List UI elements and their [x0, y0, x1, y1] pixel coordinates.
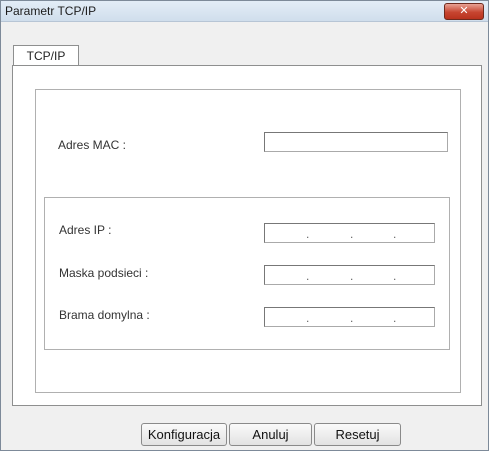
ip-separator: .	[350, 311, 354, 325]
default-gateway-label: Brama domylna :	[59, 308, 150, 322]
window-title: Parametr TCP/IP	[5, 4, 97, 18]
mac-address-field[interactable]	[264, 132, 448, 152]
reset-button[interactable]: Resetuj	[314, 423, 401, 446]
ip-separator: .	[393, 227, 397, 241]
cancel-button[interactable]: Anuluj	[229, 423, 312, 446]
ip-separator: .	[350, 269, 354, 283]
default-gateway-field[interactable]: . . .	[264, 307, 435, 327]
close-button[interactable]: ✕	[444, 3, 484, 20]
mac-address-label: Adres MAC :	[58, 138, 127, 152]
ip-separator: .	[350, 227, 354, 241]
dialog-window: Parametr TCP/IP ✕ TCP/IP Adres MAC : Adr…	[0, 0, 489, 451]
tab-tcp-ip[interactable]: TCP/IP	[13, 45, 79, 66]
close-icon: ✕	[459, 5, 469, 17]
ip-separator: .	[393, 269, 397, 283]
ip-settings-group: Adres IP : . . . Maska podsieci : . . . …	[44, 197, 450, 350]
ip-separator: .	[306, 227, 310, 241]
subnet-mask-field[interactable]: . . .	[264, 265, 435, 285]
ip-address-field[interactable]: . . .	[264, 223, 435, 243]
configure-button[interactable]: Konfiguracja	[141, 423, 227, 446]
subnet-mask-label: Maska podsieci :	[59, 266, 149, 280]
ip-separator: .	[306, 311, 310, 325]
tab-pane: Adres MAC : Adres IP : . . . Maska podsi…	[12, 65, 482, 406]
ip-separator: .	[393, 311, 397, 325]
title-bar[interactable]: Parametr TCP/IP ✕	[1, 1, 488, 22]
ip-separator: .	[306, 269, 310, 283]
settings-group: Adres MAC : Adres IP : . . . Maska podsi…	[35, 89, 461, 393]
ip-address-label: Adres IP :	[59, 223, 112, 237]
